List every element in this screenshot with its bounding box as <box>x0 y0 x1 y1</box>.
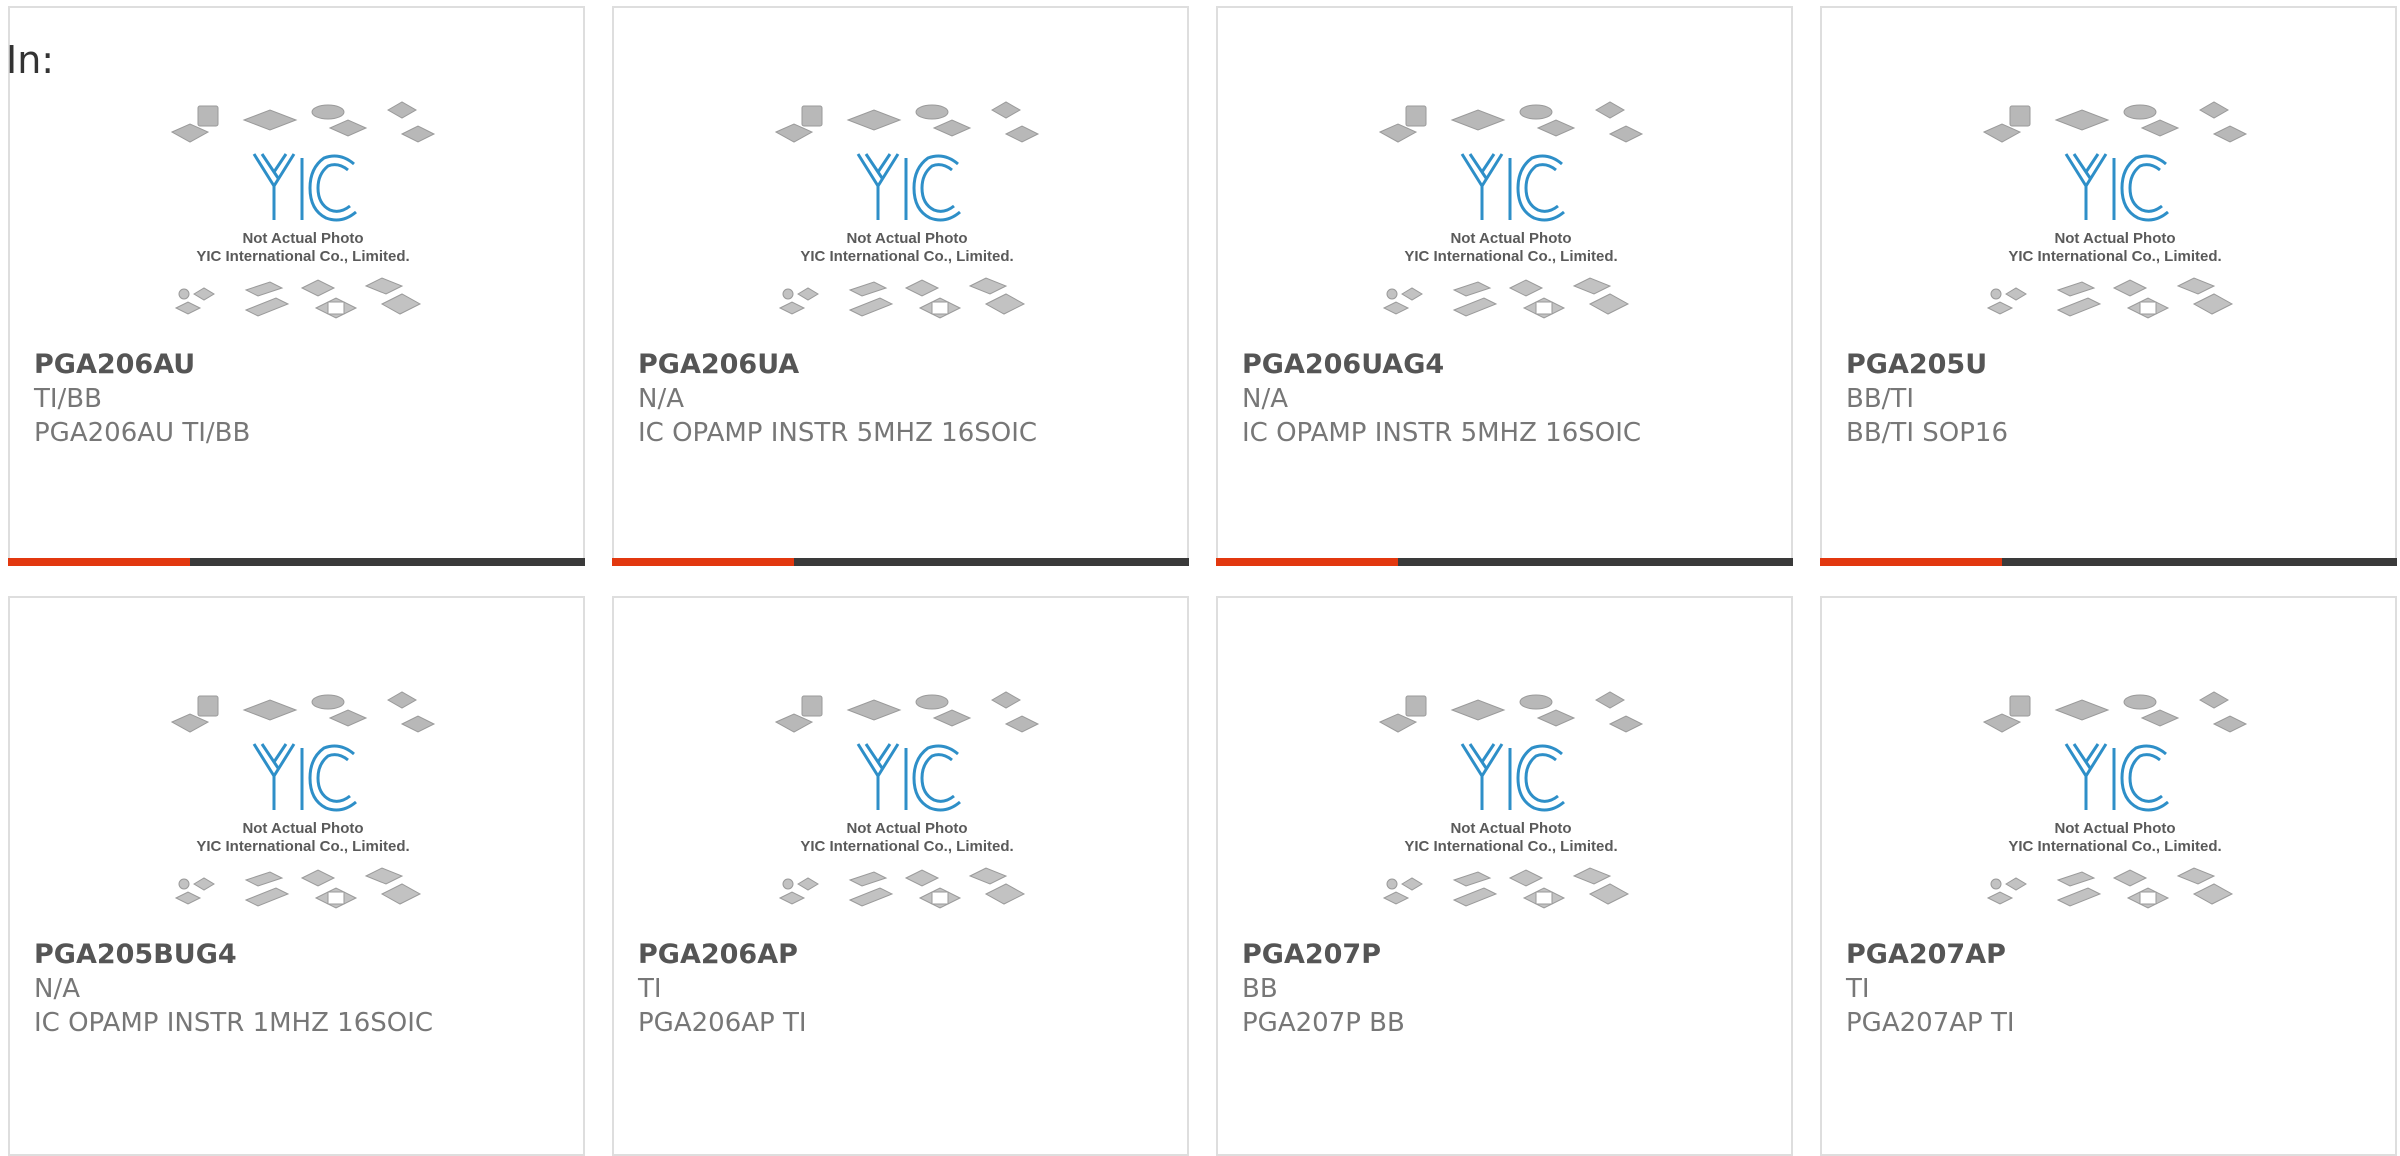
product-card[interactable]: Not Actual Photo YIC International Co., … <box>612 6 1189 566</box>
description-text: IC OPAMP INSTR 5MHZ 16SOIC <box>1242 418 1642 448</box>
card-bottom-bar <box>1820 558 2397 566</box>
filter-label: In: <box>6 38 55 82</box>
part-number-link[interactable]: PGA205U <box>1846 348 2385 382</box>
part-number-link[interactable]: PGA206UAG4 <box>1242 348 1781 382</box>
part-number-link[interactable]: PGA206AP <box>638 938 1177 972</box>
placeholder-image: Not Actual Photo YIC International Co., … <box>1378 101 1644 319</box>
part-number-link[interactable]: PGA205BUG4 <box>34 938 573 972</box>
description-text: PGA206AP TI <box>638 1008 807 1038</box>
watermark-line2: YIC International Co., Limited. <box>1404 838 1617 855</box>
product-image[interactable]: Not Actual Photo YIC International Co., … <box>1982 688 2248 938</box>
manufacturer-text: N/A <box>1242 384 1288 414</box>
watermark-line2: YIC International Co., Limited. <box>2008 248 2221 265</box>
part-number-link[interactable]: PGA206AU <box>34 348 573 382</box>
product-image[interactable]: Not Actual Photo YIC International Co., … <box>1378 98 1644 348</box>
card-accent-bar <box>8 558 190 566</box>
product-card[interactable]: Not Actual Photo YIC International Co., … <box>1216 596 1793 1156</box>
description-text: IC OPAMP INSTR 1MHZ 16SOIC <box>34 1008 434 1038</box>
manufacturer-text: TI/BB <box>34 384 102 414</box>
card-bottom-bar <box>1216 558 1793 566</box>
placeholder-image: Not Actual Photo YIC International Co., … <box>1982 101 2248 319</box>
placeholder-image: Not Actual Photo YIC International Co., … <box>1378 691 1644 909</box>
card-bottom-bar <box>8 558 585 566</box>
card-accent-bar <box>1820 558 2002 566</box>
description-text: BB/TI SOP16 <box>1846 418 2008 448</box>
product-image[interactable]: Not Actual Photo YIC International Co., … <box>170 688 436 938</box>
product-info: PGA206UAG4 N/A IC OPAMP INSTR 5MHZ 16SOI… <box>1242 348 1781 450</box>
watermark-line2: YIC International Co., Limited. <box>800 248 1013 265</box>
description-text: IC OPAMP INSTR 5MHZ 16SOIC <box>638 418 1038 448</box>
product-card[interactable]: Not Actual Photo YIC International Co., … <box>8 6 585 566</box>
product-info: PGA206UA N/A IC OPAMP INSTR 5MHZ 16SOIC <box>638 348 1177 450</box>
manufacturer-text: BB/TI <box>1846 384 1914 414</box>
watermark-line2: YIC International Co., Limited. <box>2008 838 2221 855</box>
manufacturer-text: N/A <box>34 974 80 1004</box>
watermark-line1: Not Actual Photo <box>1450 230 1571 247</box>
product-card[interactable]: Not Actual Photo YIC International Co., … <box>612 596 1189 1156</box>
manufacturer-text: N/A <box>638 384 684 414</box>
part-number-link[interactable]: PGA206UA <box>638 348 1177 382</box>
product-card[interactable]: Not Actual Photo YIC International Co., … <box>1820 6 2397 566</box>
watermark-line2: YIC International Co., Limited. <box>800 838 1013 855</box>
product-image[interactable]: Not Actual Photo YIC International Co., … <box>774 98 1040 348</box>
watermark-line1: Not Actual Photo <box>1450 820 1571 837</box>
card-bottom-bar <box>612 558 1189 566</box>
product-image[interactable]: Not Actual Photo YIC International Co., … <box>170 98 436 348</box>
product-image[interactable]: Not Actual Photo YIC International Co., … <box>1982 98 2248 348</box>
placeholder-image: Not Actual Photo YIC International Co., … <box>774 691 1040 909</box>
product-info: PGA206AU TI/BB PGA206AU TI/BB <box>34 348 573 450</box>
watermark-line2: YIC International Co., Limited. <box>1404 248 1617 265</box>
card-accent-bar <box>1216 558 1398 566</box>
placeholder-image: Not Actual Photo YIC International Co., … <box>1982 691 2248 909</box>
product-image[interactable]: Not Actual Photo YIC International Co., … <box>1378 688 1644 938</box>
product-info: PGA207AP TI PGA207AP TI <box>1846 938 2385 1040</box>
product-card[interactable]: Not Actual Photo YIC International Co., … <box>8 596 585 1156</box>
watermark-line1: Not Actual Photo <box>2054 820 2175 837</box>
placeholder-image: Not Actual Photo YIC International Co., … <box>170 101 436 319</box>
description-text: PGA207P BB <box>1242 1008 1405 1038</box>
description-text: PGA207AP TI <box>1846 1008 2015 1038</box>
placeholder-image: Not Actual Photo YIC International Co., … <box>774 101 1040 319</box>
product-info: PGA205BUG4 N/A IC OPAMP INSTR 1MHZ 16SOI… <box>34 938 573 1040</box>
manufacturer-text: BB <box>1242 974 1278 1004</box>
watermark-line2: YIC International Co., Limited. <box>196 248 409 265</box>
product-card[interactable]: Not Actual Photo YIC International Co., … <box>1820 596 2397 1156</box>
description-text: PGA206AU TI/BB <box>34 418 251 448</box>
placeholder-image: Not Actual Photo YIC International Co., … <box>170 691 436 909</box>
watermark-line2: YIC International Co., Limited. <box>196 838 409 855</box>
product-info: PGA207P BB PGA207P BB <box>1242 938 1781 1040</box>
manufacturer-text: TI <box>638 974 662 1004</box>
watermark-line1: Not Actual Photo <box>242 820 363 837</box>
card-accent-bar <box>612 558 794 566</box>
part-number-link[interactable]: PGA207AP <box>1846 938 2385 972</box>
watermark-line1: Not Actual Photo <box>2054 230 2175 247</box>
product-info: PGA206AP TI PGA206AP TI <box>638 938 1177 1040</box>
product-image[interactable]: Not Actual Photo YIC International Co., … <box>774 688 1040 938</box>
product-card[interactable]: Not Actual Photo YIC International Co., … <box>1216 6 1793 566</box>
watermark-line1: Not Actual Photo <box>846 230 967 247</box>
watermark-line1: Not Actual Photo <box>242 230 363 247</box>
product-info: PGA205U BB/TI BB/TI SOP16 <box>1846 348 2385 450</box>
part-number-link[interactable]: PGA207P <box>1242 938 1781 972</box>
watermark-line1: Not Actual Photo <box>846 820 967 837</box>
manufacturer-text: TI <box>1846 974 1870 1004</box>
